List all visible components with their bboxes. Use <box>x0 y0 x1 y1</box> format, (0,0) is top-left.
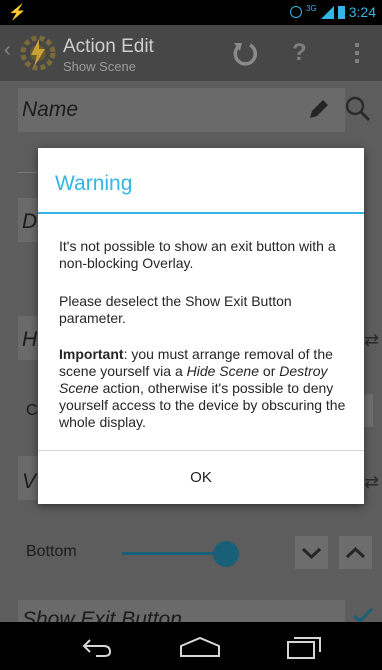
action-bar: ‹ Action Edit Show Scene ? <box>0 25 382 81</box>
flash-notification-icon: ⚡ <box>8 4 27 21</box>
divider <box>18 172 38 173</box>
chevron-down-icon <box>301 547 322 560</box>
h-label: H <box>22 328 38 351</box>
show-exit-checkbox[interactable] <box>352 608 374 622</box>
alarm-icon <box>290 6 303 18</box>
dialog-paragraph-1: It's not possible to show an exit button… <box>59 238 336 271</box>
chevron-up-icon <box>345 546 366 559</box>
bottom-label: Bottom <box>26 543 77 560</box>
d-label: D <box>22 210 38 233</box>
name-label: Name <box>22 98 79 121</box>
position-slider[interactable] <box>122 541 262 567</box>
v-label: V <box>22 470 37 493</box>
dialog-paragraph-3: Important: you must arrange removal of t… <box>59 346 351 431</box>
pencil-icon[interactable] <box>306 96 332 122</box>
ok-button[interactable]: OK <box>38 451 364 504</box>
page-subtitle: Show Scene <box>63 59 136 74</box>
tasker-icon[interactable] <box>18 33 58 73</box>
page-title: Action Edit <box>63 36 154 57</box>
recent-apps-icon[interactable] <box>286 634 324 660</box>
chevron-up-button[interactable] <box>339 536 372 569</box>
important-text-2: action, otherwise it's possible to deny … <box>59 380 346 430</box>
back-icon[interactable] <box>80 636 114 658</box>
hide-scene-text: Hide Scene <box>186 363 260 379</box>
overflow-menu-icon[interactable] <box>355 43 360 67</box>
home-icon[interactable] <box>179 636 221 658</box>
battery-icon <box>337 5 345 19</box>
chevron-left-icon[interactable]: ‹ <box>4 39 11 62</box>
dialog-title-divider <box>38 212 364 214</box>
status-bar: ⚡ 3G 3:24 <box>0 0 382 25</box>
swap-icon[interactable]: ⇄ <box>364 330 379 351</box>
signal-icon <box>320 5 334 19</box>
network-type: 3G <box>306 3 317 13</box>
dialog-title: Warning <box>55 172 133 195</box>
help-button[interactable]: ? <box>292 39 307 67</box>
c-label: C <box>26 402 38 419</box>
or-text: or <box>259 363 280 379</box>
status-icons: 3G 3:24 <box>290 4 376 20</box>
undo-icon[interactable] <box>228 37 262 71</box>
dialog-paragraph-2: Please deselect the Show Exit Button par… <box>59 293 292 326</box>
clock: 3:24 <box>348 4 376 20</box>
slider-thumb[interactable] <box>213 541 240 567</box>
warning-dialog: Warning It's not possible to show an exi… <box>38 148 364 504</box>
important-label: Important <box>59 346 124 362</box>
navigation-bar <box>0 622 382 670</box>
search-icon[interactable] <box>344 95 372 123</box>
chevron-down-button[interactable] <box>295 536 328 569</box>
slider-track <box>122 552 227 555</box>
swap-icon[interactable]: ⇄ <box>364 472 379 493</box>
